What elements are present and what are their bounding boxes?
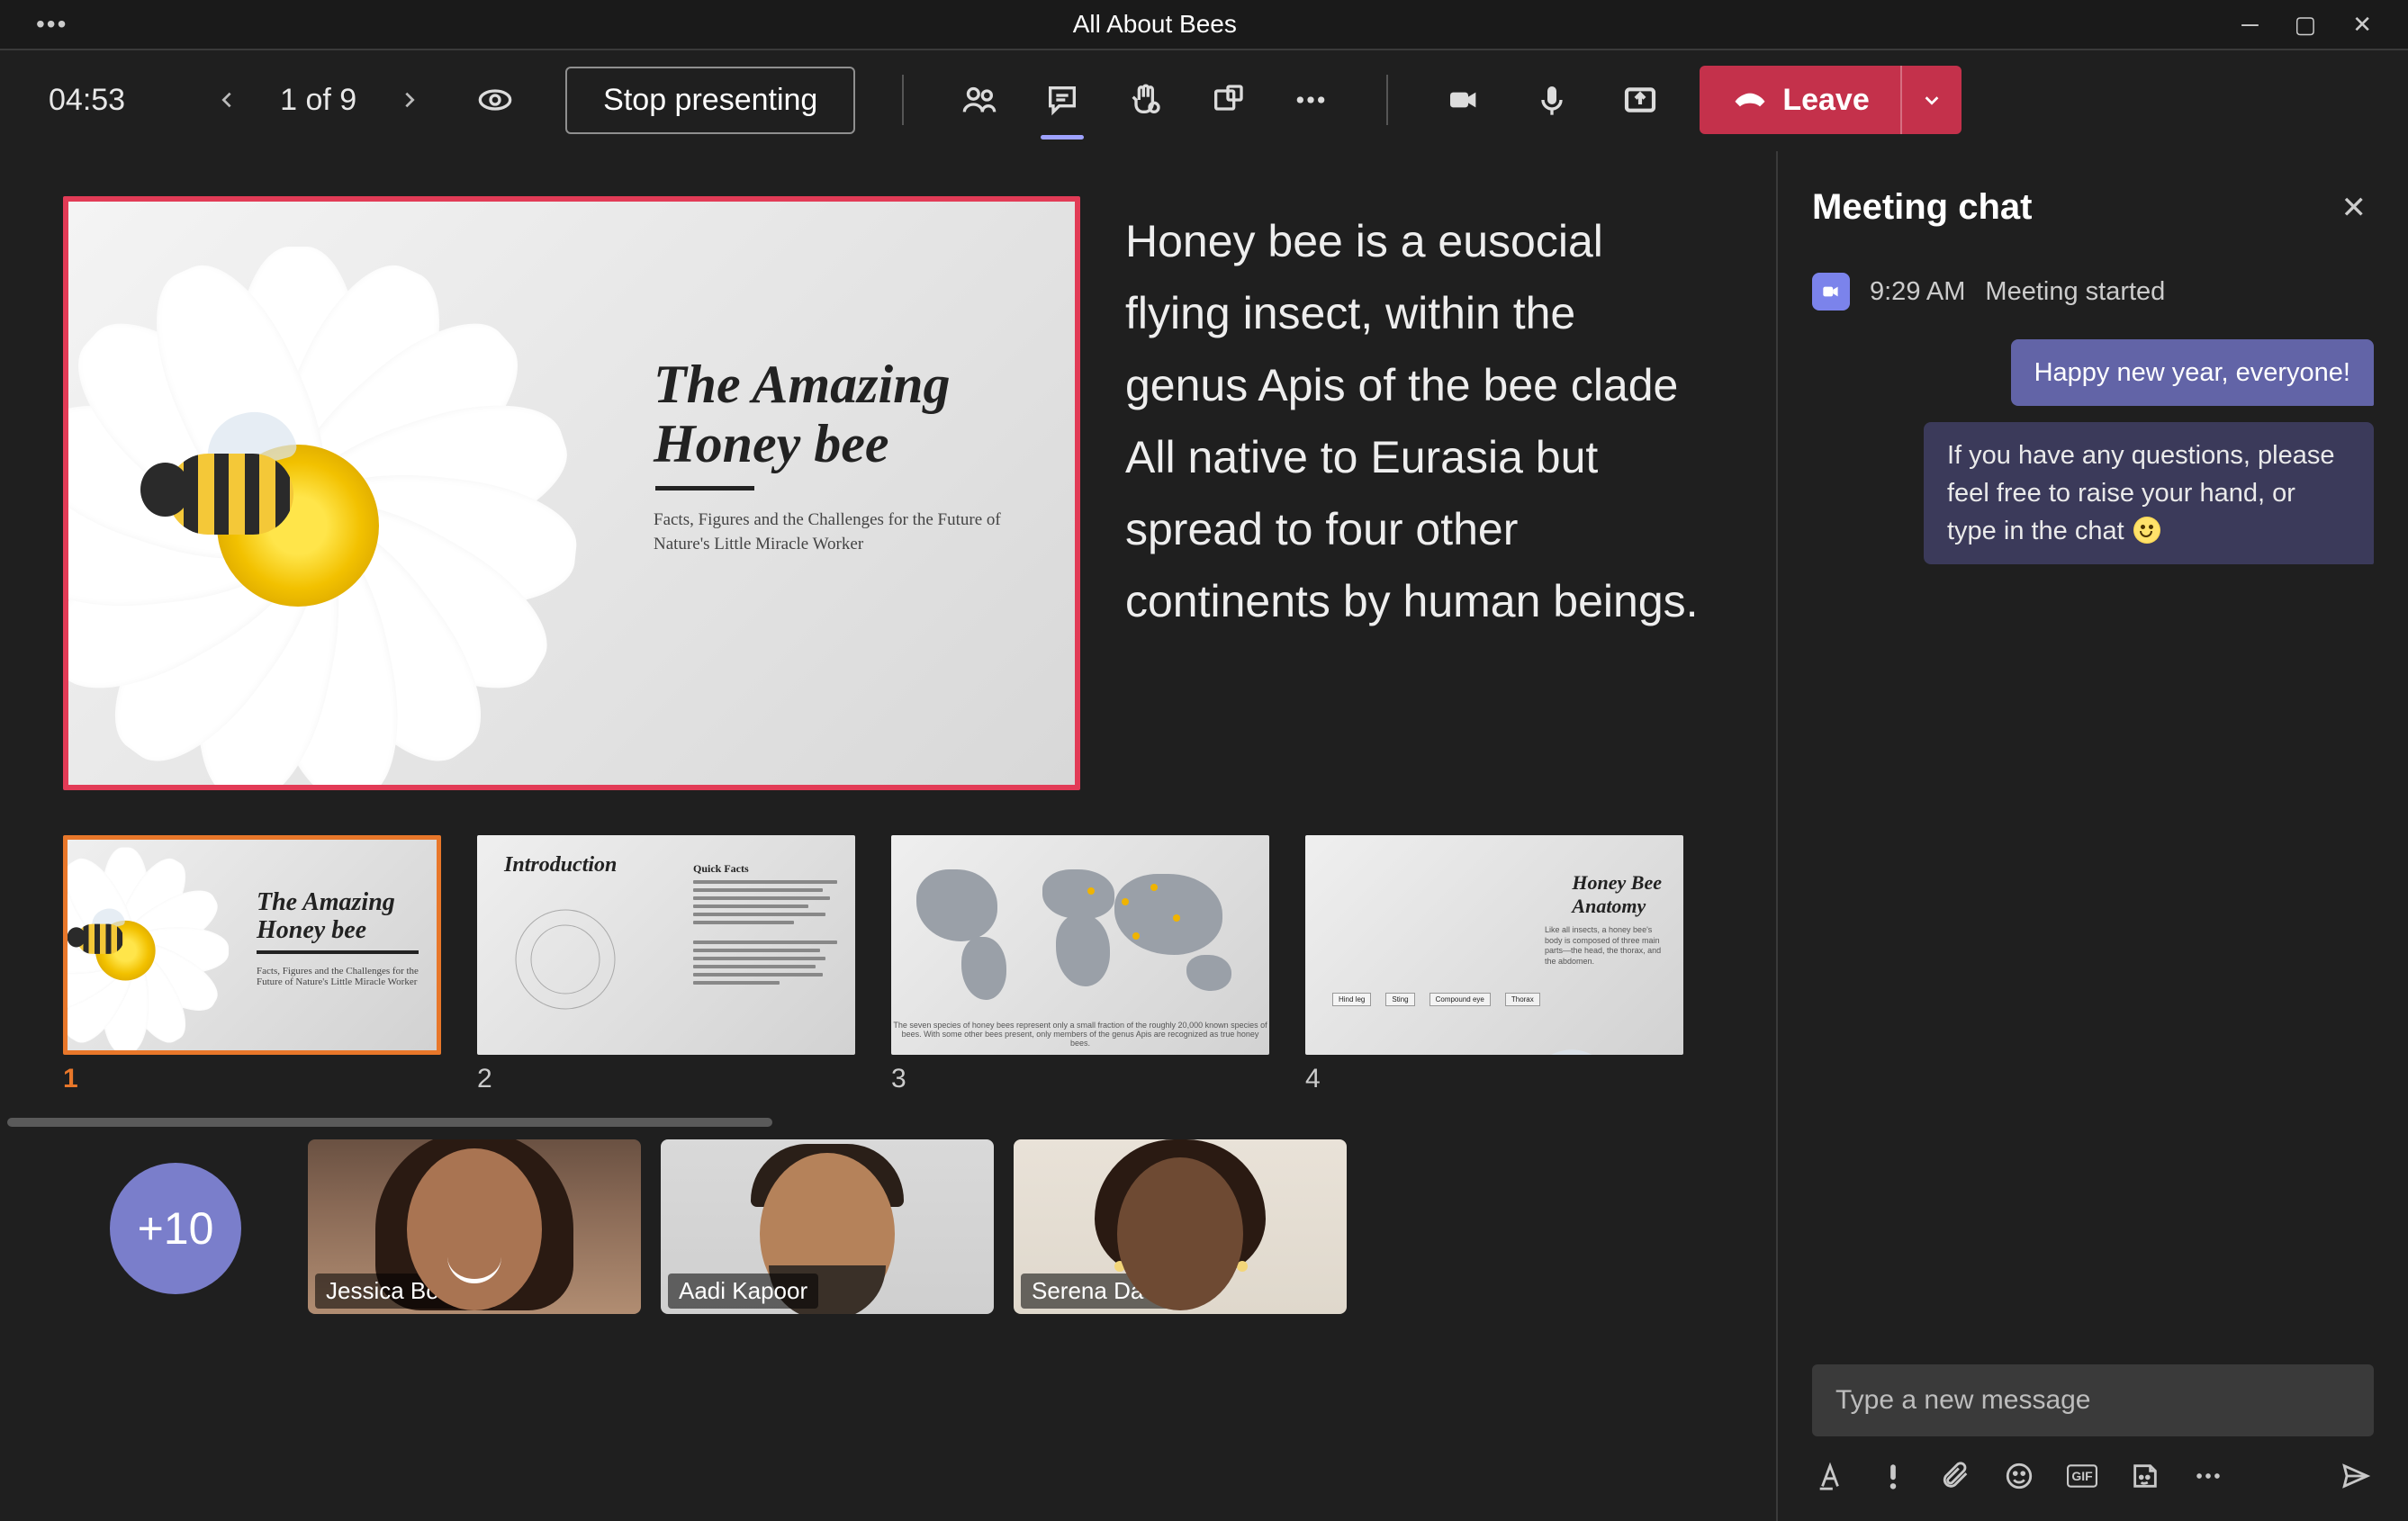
bee-graphic [131, 418, 329, 562]
emoji-icon[interactable] [2001, 1458, 2037, 1494]
leave-dropdown-button[interactable] [1900, 66, 1962, 134]
participant-tile[interactable]: Serena Davis [1014, 1139, 1347, 1314]
hangup-icon [1730, 80, 1770, 120]
chat-title: Meeting chat [1812, 187, 2032, 228]
toolbar-divider-2 [1386, 75, 1388, 125]
meeting-toolbar: 04:53 1 of 9 Stop presenting [0, 50, 2408, 149]
compose-more-icon[interactable] [2190, 1458, 2226, 1494]
slide-title: The AmazingHoney bee [654, 355, 1032, 473]
chat-close-button[interactable]: ✕ [2341, 190, 2367, 226]
chat-message[interactable]: If you have any questions, please feel f… [1924, 422, 2374, 564]
system-time: 9:29 AM [1870, 277, 1965, 307]
format-icon[interactable] [1812, 1458, 1848, 1494]
thumbnail-4[interactable]: Honey BeeAnatomy Like all insects, a hon… [1305, 835, 1683, 1055]
attach-icon[interactable] [1938, 1458, 1974, 1494]
thumbnail-number-1: 1 [63, 1064, 441, 1094]
thumbnail-number-3: 3 [891, 1064, 1269, 1094]
system-text: Meeting started [1985, 277, 2165, 307]
presenter-view-icon[interactable] [466, 71, 524, 129]
gif-icon[interactable]: GIF [2064, 1458, 2100, 1494]
smile-emoji [2133, 517, 2160, 544]
window-title: All About Bees [68, 10, 2241, 39]
send-button[interactable] [2338, 1458, 2374, 1494]
toolbar-divider [902, 75, 904, 125]
camera-icon[interactable] [1435, 71, 1493, 129]
thumbnail-2[interactable]: Introduction Quick Facts [477, 835, 855, 1055]
presentation-area: The AmazingHoney bee Facts, Figures and … [0, 151, 1778, 1521]
circle-decoration [502, 905, 628, 1013]
flower-graphic [63, 220, 591, 790]
overflow-participants[interactable]: +10 [63, 1143, 288, 1314]
system-message: 9:29 AM Meeting started [1812, 273, 2374, 310]
participants-icon[interactable] [951, 71, 1008, 129]
slide-thumbnails: The AmazingHoney bee Facts, Figures and … [0, 808, 1776, 1112]
next-slide-button[interactable] [387, 77, 432, 122]
close-button[interactable]: ✕ [2352, 11, 2372, 39]
titlebar: ••• All About Bees ─ ▢ ✕ [0, 0, 2408, 50]
chat-input[interactable] [1812, 1364, 2374, 1436]
content-area: The AmazingHoney bee Facts, Figures and … [0, 151, 2408, 1521]
participant-name: Aadi Kapoor [668, 1274, 818, 1309]
leave-label: Leave [1782, 83, 1869, 118]
current-slide[interactable]: The AmazingHoney bee Facts, Figures and … [63, 196, 1080, 790]
sticker-icon[interactable] [2127, 1458, 2163, 1494]
thumbnail-number-4: 4 [1305, 1064, 1683, 1094]
slide-counter: 1 of 9 [275, 83, 362, 118]
thumbnail-3[interactable]: The seven species of honey bees represen… [891, 835, 1269, 1055]
stop-presenting-button[interactable]: Stop presenting [565, 67, 855, 134]
app-more-icon[interactable]: ••• [36, 10, 68, 39]
more-actions-icon[interactable] [1282, 71, 1339, 129]
world-map-graphic [907, 851, 1253, 1014]
maximize-button[interactable]: ▢ [2295, 11, 2317, 39]
priority-icon[interactable] [1875, 1458, 1911, 1494]
breakout-rooms-icon[interactable] [1199, 71, 1257, 129]
chevron-down-icon [1922, 90, 1942, 110]
meeting-chat-panel: Meeting chat ✕ 9:29 AM Meeting started H… [1778, 151, 2408, 1521]
slide-subtitle: Facts, Figures and the Challenges for th… [654, 508, 1032, 556]
prev-slide-button[interactable] [204, 77, 249, 122]
meeting-timer: 04:53 [49, 83, 125, 118]
minimize-button[interactable]: ─ [2241, 11, 2258, 39]
thumbnail-1[interactable]: The AmazingHoney bee Facts, Figures and … [63, 835, 441, 1055]
chat-message[interactable]: Happy new year, everyone! [2011, 339, 2374, 406]
chat-compose: GIF [1778, 1364, 2408, 1521]
share-icon[interactable] [1611, 71, 1669, 129]
microphone-icon[interactable] [1523, 71, 1581, 129]
speaker-notes: Honey bee is a eusocial flying insect, w… [1125, 196, 1701, 790]
raise-hand-icon[interactable] [1116, 71, 1174, 129]
chat-icon[interactable] [1033, 71, 1091, 129]
participant-strip: +10 Jessica Booker Aadi Kapoor Serena Da… [0, 1127, 1776, 1314]
participant-tile[interactable]: Jessica Booker [308, 1139, 641, 1314]
thumbnail-scrollbar[interactable] [7, 1118, 772, 1127]
meeting-icon [1812, 273, 1850, 310]
thumbnail-number-2: 2 [477, 1064, 855, 1094]
chat-messages: 9:29 AM Meeting started Happy new year, … [1778, 246, 2408, 1364]
leave-button[interactable]: Leave [1700, 66, 1961, 134]
participant-tile[interactable]: Aadi Kapoor [661, 1139, 994, 1314]
